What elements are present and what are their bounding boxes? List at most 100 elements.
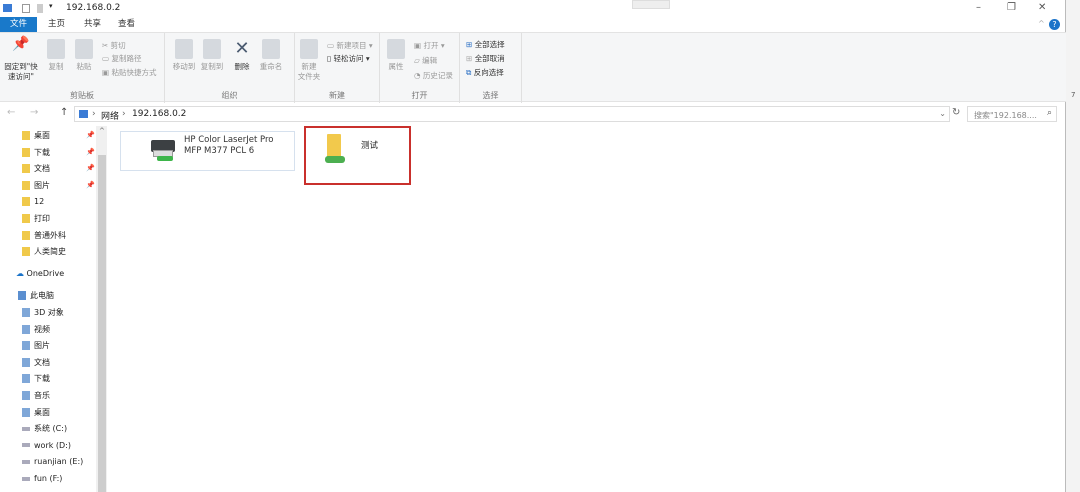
delete-button[interactable]: ✕ 删除 xyxy=(231,39,253,72)
easy-access-label: 轻松访问 xyxy=(333,54,364,63)
nav-item-quick[interactable]: 打印 xyxy=(22,212,50,226)
pin-icon[interactable]: 📌 xyxy=(86,181,95,189)
pin-icon[interactable]: 📌 xyxy=(86,164,95,172)
breadcrumb-network[interactable]: 网络 xyxy=(101,109,119,122)
rename-button[interactable]: 重命名 xyxy=(257,39,285,72)
paste-label: 粘贴 xyxy=(76,62,92,71)
nav-item-this-pc[interactable]: 此电脑 xyxy=(18,289,54,303)
restore-button[interactable]: ❐ xyxy=(1007,2,1016,13)
copy-to-icon xyxy=(203,39,221,59)
printer-icon xyxy=(149,138,177,162)
back-button[interactable]: ← xyxy=(7,107,15,118)
cut-button[interactable]: ✂ 剪切 xyxy=(102,40,126,51)
nav-item-label: 桌面 xyxy=(34,131,50,140)
tab-file[interactable]: 文件 xyxy=(0,17,37,32)
nav-item-quick[interactable]: 桌面 xyxy=(22,129,50,143)
properties-quick-icon[interactable] xyxy=(22,4,30,13)
nav-item-onedrive[interactable]: ☁ OneDrive xyxy=(16,267,64,281)
help-button[interactable]: ? xyxy=(1049,19,1060,30)
printer-name-line2: MFP M377 PCL 6 xyxy=(184,146,255,156)
nav-item-pc[interactable]: 音乐 xyxy=(22,389,50,403)
invert-selection-button[interactable]: ⧉ 反向选择 xyxy=(466,67,504,78)
search-box[interactable]: 搜索"192.168.... ⌕ xyxy=(967,106,1057,122)
shared-folder-name: 测试 xyxy=(361,141,379,151)
nav-item-pc[interactable]: 桌面 xyxy=(22,406,50,420)
search-icon[interactable]: ⌕ xyxy=(1047,108,1052,118)
ribbon: 📌 固定到"快速访问" 复制 粘贴 ✂ 剪切 ▭ 复制路径 ▣ 粘贴快捷方式 剪贴… xyxy=(0,32,1066,103)
nav-item-pc[interactable]: fun (F:) xyxy=(22,472,62,486)
nav-item-pc[interactable]: work (D:) xyxy=(22,439,71,453)
nav-item-label: 桌面 xyxy=(34,407,50,417)
address-bar[interactable]: › 网络 › 192.168.0.2 ⌄ xyxy=(74,106,950,122)
folder-icon xyxy=(22,230,30,240)
group-clipboard: 📌 固定到"快速访问" 复制 粘贴 ✂ 剪切 ▭ 复制路径 ▣ 粘贴快捷方式 剪贴… xyxy=(0,33,165,103)
customize-dropdown-icon[interactable]: ▾ xyxy=(49,2,53,10)
close-button[interactable]: ✕ xyxy=(1038,2,1046,13)
breadcrumb-current[interactable]: 192.168.0.2 xyxy=(132,109,186,119)
nav-item-pc[interactable]: 文档 xyxy=(22,356,50,370)
move-to-label: 移动到 xyxy=(172,62,196,71)
easy-access-button[interactable]: ▯ 轻松访问 ▾ xyxy=(327,53,370,64)
nav-item-label: 下载 xyxy=(34,374,50,384)
floating-toolbar[interactable] xyxy=(632,0,670,9)
nav-item-quick[interactable]: 人类简史 xyxy=(22,245,66,259)
address-history-dropdown[interactable]: ⌄ xyxy=(939,109,946,118)
select-all-button[interactable]: ⊞ 全部选择 xyxy=(466,39,505,50)
window-title: 192.168.0.2 xyxy=(66,3,121,13)
printer-item[interactable]: HP Color LaserJet Pro MFP M377 PCL 6 xyxy=(120,131,295,171)
tab-home[interactable]: 主页 xyxy=(42,17,71,32)
pin-icon[interactable]: 📌 xyxy=(86,148,95,156)
up-button[interactable]: ↑ xyxy=(60,107,68,118)
tab-share[interactable]: 共享 xyxy=(78,17,107,32)
copy-to-button[interactable]: 复制到 xyxy=(199,39,225,72)
edit-button[interactable]: ▱ 编辑 xyxy=(414,55,437,66)
nav-item-pc[interactable]: 3D 对象 xyxy=(22,306,64,320)
nav-item-quick[interactable]: 图片 xyxy=(22,179,50,193)
nav-item-label: fun (F:) xyxy=(34,474,63,483)
nav-item-label: 人类简史 xyxy=(34,247,66,257)
nav-item-label: 文档 xyxy=(34,164,50,174)
nav-item-quick[interactable]: 下载 xyxy=(22,146,50,160)
shared-folder-item-highlighted[interactable]: 测试 xyxy=(304,126,411,185)
select-none-button[interactable]: ⊞ 全部取消 xyxy=(466,53,505,64)
nav-item-pc[interactable]: ruanjian (E:) xyxy=(22,455,83,469)
minimize-button[interactable]: – xyxy=(976,2,981,13)
open-button[interactable]: ▣ 打开 ▾ xyxy=(414,40,445,51)
collapse-ribbon-icon[interactable]: ^ xyxy=(1038,19,1045,28)
pin-icon[interactable]: 📌 xyxy=(86,131,95,139)
group-organize: 移动到 复制到 ✕ 删除 重命名 组织 xyxy=(165,33,295,103)
properties-button[interactable]: 属性 xyxy=(384,39,408,72)
refresh-button[interactable]: ↻ xyxy=(952,107,960,118)
background-window-edge: 7 xyxy=(1066,0,1080,492)
forward-button[interactable]: → xyxy=(30,107,38,118)
copy-label: 复制 xyxy=(48,62,64,71)
tab-view[interactable]: 查看 xyxy=(112,17,141,32)
nav-item-quick[interactable]: 普通外科 xyxy=(22,229,66,243)
copy-button[interactable]: 复制 xyxy=(44,39,68,72)
folder-icon xyxy=(22,357,30,367)
select-none-label: 全部取消 xyxy=(474,54,505,63)
folder-icon xyxy=(22,147,30,157)
paste-shortcut-button[interactable]: ▣ 粘贴快捷方式 xyxy=(102,67,156,78)
pin-quick-access-button[interactable]: 📌 固定到"快速访问" xyxy=(3,36,39,82)
nav-item-quick[interactable]: 12 xyxy=(22,195,44,209)
history-button[interactable]: ◔ 历史记录 xyxy=(414,70,453,81)
nav-item-pc[interactable]: 视频 xyxy=(22,323,50,337)
nav-item-pc[interactable]: 系统 (C:) xyxy=(22,422,67,436)
drive-icon xyxy=(22,476,30,481)
paste-button[interactable]: 粘贴 xyxy=(72,39,96,72)
nav-item-pc[interactable]: 图片 xyxy=(22,339,50,353)
copy-path-button[interactable]: ▭ 复制路径 xyxy=(102,53,141,64)
nav-scrollbar-thumb[interactable] xyxy=(98,155,106,492)
pin-icon: 📌 xyxy=(12,36,30,52)
side-number: 7 xyxy=(1071,91,1076,99)
new-folder-button[interactable]: 新建 文件夹 xyxy=(297,39,321,82)
nav-item-label: 打印 xyxy=(34,214,50,223)
new-item-button[interactable]: ▭ 新建项目 ▾ xyxy=(327,40,373,51)
nav-item-quick[interactable]: 文档 xyxy=(22,162,50,176)
move-to-button[interactable]: 移动到 xyxy=(171,39,197,72)
new-folder-quick-icon[interactable] xyxy=(37,4,43,13)
explorer-window: ▾ 192.168.0.2 – ❐ ✕ 文件 主页 共享 查看 ^ ? 📌 固定到… xyxy=(0,0,1066,492)
scroll-up-arrow[interactable]: ^ xyxy=(99,127,105,135)
nav-item-pc[interactable]: 下载 xyxy=(22,372,50,386)
